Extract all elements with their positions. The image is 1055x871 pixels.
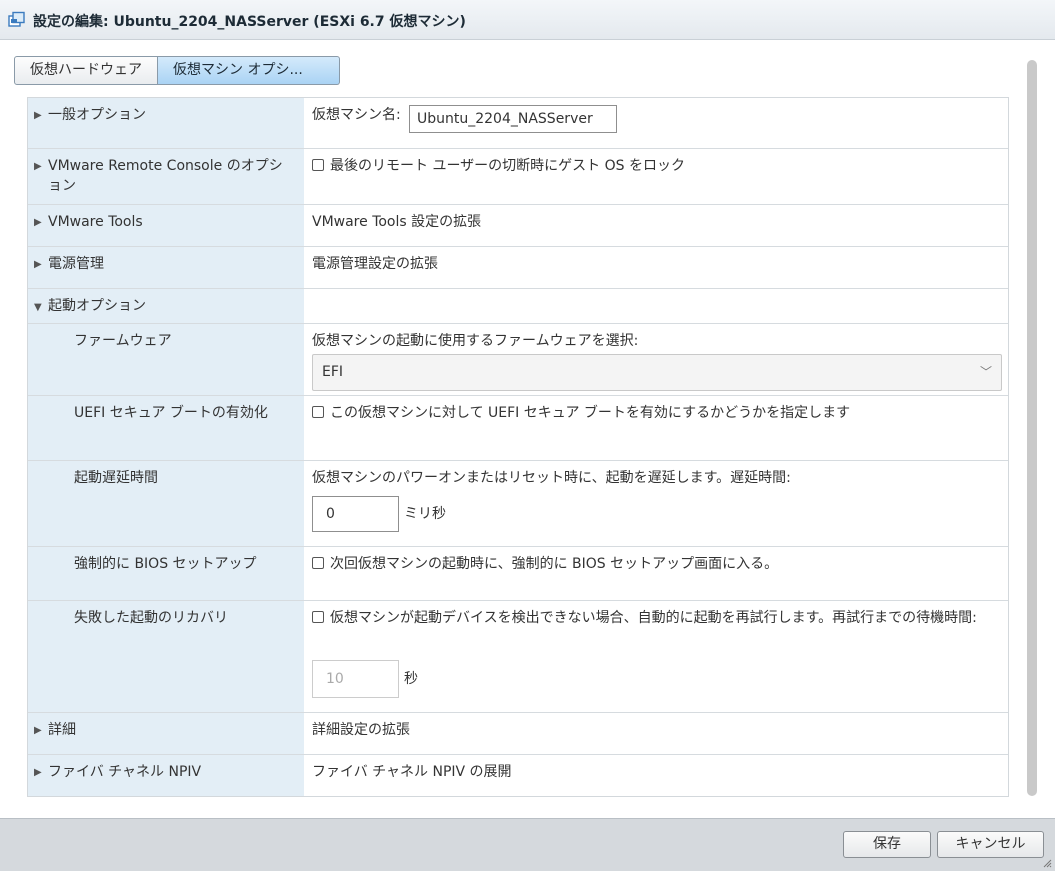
force-bios-label: 強制的に BIOS セットアップ: [74, 556, 257, 572]
save-button[interactable]: 保存: [843, 831, 931, 858]
row-advanced: ▶ 詳細 詳細設定の拡張: [28, 713, 1008, 755]
firmware-label: ファームウェア: [74, 333, 172, 349]
row-recovery-label: 失敗した起動のリカバリ: [28, 601, 304, 712]
secure-boot-label: UEFI セキュア ブートの有効化: [74, 405, 268, 421]
boot-delay-description: 仮想マシンのパワーオンまたはリセット時に、起動を遅延します。遅延時間:: [312, 470, 791, 486]
row-force-bios-label: 強制的に BIOS セットアップ: [28, 547, 304, 600]
row-npiv: ▶ ファイバ チャネル NPIV ファイバ チャネル NPIV の展開: [28, 755, 1008, 796]
npiv-value: ファイバ チャネル NPIV の展開: [312, 764, 512, 780]
resize-grip-icon[interactable]: [1043, 859, 1052, 868]
row-tools-value: VMware Tools 設定の拡張: [304, 205, 1008, 246]
row-general: ▶ 一般オプション 仮想マシン名: Ubuntu_2204_NASServer: [28, 98, 1008, 149]
boot-delay-input[interactable]: 0: [312, 496, 399, 532]
force-bios-checkbox[interactable]: [312, 557, 324, 569]
title-bar: 設定の編集: Ubuntu_2204_NASServer (ESXi 6.7 仮…: [0, 0, 1055, 40]
row-power-value: 電源管理設定の拡張: [304, 247, 1008, 288]
row-boot-delay-label: 起動遅延時間: [28, 461, 304, 546]
vmrc-lock-checkbox[interactable]: [312, 159, 324, 171]
options-grid: ▶ 一般オプション 仮想マシン名: Ubuntu_2204_NASServer …: [27, 97, 1009, 797]
caret-down-icon: ▼: [34, 302, 42, 313]
caret-right-icon: ▶: [34, 110, 42, 121]
npiv-label: ファイバ チャネル NPIV: [48, 764, 202, 780]
firmware-selected-value: EFI: [322, 364, 344, 380]
row-boot-delay: 起動遅延時間 仮想マシンのパワーオンまたはリセット時に、起動を遅延します。遅延時…: [28, 461, 1008, 547]
general-options-label: 一般オプション: [48, 107, 146, 123]
boot-delay-unit: ミリ秒: [404, 506, 446, 522]
recovery-checkbox-label: 仮想マシンが起動デバイスを検出できない場合、自動的に起動を再試行します。再試行ま…: [330, 610, 977, 626]
vm-settings-icon: [8, 11, 25, 27]
row-advanced-value: 詳細設定の拡張: [304, 713, 1008, 754]
row-firmware-label: ファームウェア: [28, 324, 304, 395]
power-management-label: 電源管理: [48, 256, 104, 272]
row-general-label[interactable]: ▶ 一般オプション: [28, 98, 304, 148]
vmware-tools-value: VMware Tools 設定の拡張: [312, 214, 482, 230]
secure-boot-checkbox[interactable]: [312, 406, 324, 418]
cancel-button[interactable]: キャンセル: [937, 831, 1044, 858]
chevron-down-icon: ﹀: [979, 365, 992, 379]
recovery-delay-unit: 秒: [404, 671, 418, 687]
caret-right-icon: ▶: [34, 217, 42, 228]
window-title: 設定の編集: Ubuntu_2204_NASServer (ESXi 6.7 仮…: [33, 14, 466, 30]
row-recovery-value: 仮想マシンが起動デバイスを検出できない場合、自動的に起動を再試行します。再試行ま…: [304, 601, 1008, 712]
row-npiv-value: ファイバ チャネル NPIV の展開: [304, 755, 1008, 796]
row-power-label[interactable]: ▶ 電源管理: [28, 247, 304, 288]
secure-boot-checkbox-label: この仮想マシンに対して UEFI セキュア ブートを有効にするかどうかを指定しま…: [330, 405, 851, 421]
vmrc-options-label: VMware Remote Console のオプション: [48, 158, 283, 194]
firmware-select[interactable]: EFI ﹀: [312, 354, 1002, 391]
row-vmrc-label[interactable]: ▶ VMware Remote Console のオプション: [28, 149, 304, 204]
vmware-tools-label: VMware Tools: [48, 214, 143, 230]
caret-right-icon: ▶: [34, 259, 42, 270]
power-management-value: 電源管理設定の拡張: [312, 256, 438, 272]
recovery-delay-input[interactable]: 10: [312, 660, 399, 698]
row-power: ▶ 電源管理 電源管理設定の拡張: [28, 247, 1008, 289]
row-boot: ▼ 起動オプション: [28, 289, 1008, 324]
boot-delay-label: 起動遅延時間: [74, 470, 158, 486]
firmware-description: 仮想マシンの起動に使用するファームウェアを選択:: [312, 333, 639, 349]
row-recovery: 失敗した起動のリカバリ 仮想マシンが起動デバイスを検出できない場合、自動的に起動…: [28, 601, 1008, 713]
row-force-bios-value: 次回仮想マシンの起動時に、強制的に BIOS セットアップ画面に入る。: [304, 547, 1008, 600]
vertical-scrollbar[interactable]: [1027, 60, 1037, 796]
advanced-value: 詳細設定の拡張: [312, 722, 410, 738]
row-tools-label[interactable]: ▶ VMware Tools: [28, 205, 304, 246]
row-boot-label[interactable]: ▼ 起動オプション: [28, 289, 304, 323]
advanced-label: 詳細: [48, 722, 76, 738]
boot-options-label: 起動オプション: [48, 298, 146, 314]
row-boot-delay-value: 仮想マシンのパワーオンまたはリセット時に、起動を遅延します。遅延時間: 0 ミリ…: [304, 461, 1008, 546]
recovery-checkbox[interactable]: [312, 611, 324, 623]
row-secure-boot-label: UEFI セキュア ブートの有効化: [28, 396, 304, 460]
row-secure-boot-value: この仮想マシンに対して UEFI セキュア ブートを有効にするかどうかを指定しま…: [304, 396, 1008, 460]
dialog-footer: 保存 キャンセル: [0, 818, 1055, 871]
row-vmrc: ▶ VMware Remote Console のオプション 最後のリモート ユ…: [28, 149, 1008, 205]
row-force-bios: 強制的に BIOS セットアップ 次回仮想マシンの起動時に、強制的に BIOS …: [28, 547, 1008, 601]
tab-virtual-hardware[interactable]: 仮想ハードウェア: [14, 56, 158, 85]
caret-right-icon: ▶: [34, 161, 42, 172]
scrollbar-thumb[interactable]: [1027, 60, 1037, 796]
vm-name-label: 仮想マシン名:: [312, 107, 401, 123]
tab-vm-options[interactable]: 仮想マシン オプシ...: [158, 56, 340, 85]
vmrc-lock-label: 最後のリモート ユーザーの切断時にゲスト OS をロック: [330, 158, 685, 174]
row-secure-boot: UEFI セキュア ブートの有効化 この仮想マシンに対して UEFI セキュア …: [28, 396, 1008, 461]
row-firmware-value: 仮想マシンの起動に使用するファームウェアを選択: EFI ﹀: [304, 324, 1008, 395]
row-firmware: ファームウェア 仮想マシンの起動に使用するファームウェアを選択: EFI ﹀: [28, 324, 1008, 396]
row-advanced-label[interactable]: ▶ 詳細: [28, 713, 304, 754]
force-bios-checkbox-label: 次回仮想マシンの起動時に、強制的に BIOS セットアップ画面に入る。: [330, 556, 779, 572]
row-tools: ▶ VMware Tools VMware Tools 設定の拡張: [28, 205, 1008, 247]
vm-name-input[interactable]: Ubuntu_2204_NASServer: [409, 105, 617, 133]
caret-right-icon: ▶: [34, 725, 42, 736]
row-general-value: 仮想マシン名: Ubuntu_2204_NASServer: [304, 98, 1008, 148]
recovery-label: 失敗した起動のリカバリ: [74, 610, 228, 626]
row-npiv-label[interactable]: ▶ ファイバ チャネル NPIV: [28, 755, 304, 796]
caret-right-icon: ▶: [34, 767, 42, 778]
tab-bar: 仮想ハードウェア 仮想マシン オプシ...: [14, 56, 340, 85]
row-vmrc-value: 最後のリモート ユーザーの切断時にゲスト OS をロック: [304, 149, 1008, 204]
row-boot-value: [304, 289, 1008, 323]
